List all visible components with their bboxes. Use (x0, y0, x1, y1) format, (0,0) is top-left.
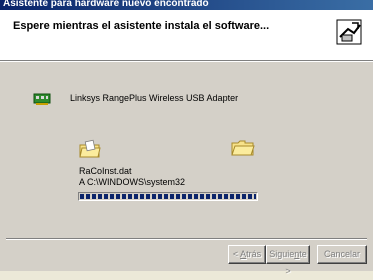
wizard-window: Asistente para hardware nuevo encontrado… (0, 0, 373, 276)
network-adapter-icon (33, 93, 51, 105)
cancel-button[interactable]: Cancelar (317, 245, 367, 264)
progress-bar (78, 192, 258, 201)
next-button[interactable]: Siguiente > (266, 245, 310, 276)
copy-destination: A C:\WINDOWS\system32 (79, 177, 186, 187)
copy-filename: RaCoInst.dat (79, 166, 132, 176)
title-bar[interactable]: Asistente para hardware nuevo encontrado (0, 0, 373, 10)
wizard-header: Espere mientras el asistente instala el … (0, 10, 373, 61)
header-text: Espere mientras el asistente instala el … (13, 20, 270, 32)
destination-folder-icon (231, 140, 255, 156)
progress-fill (80, 194, 256, 199)
back-button[interactable]: < Atrás (228, 245, 266, 264)
source-folder-icon (79, 139, 101, 158)
window-title: Asistente para hardware nuevo encontrado (3, 0, 209, 9)
button-separator (6, 238, 367, 240)
device-name: Linksys RangePlus Wireless USB Adapter (70, 93, 239, 103)
hardware-wizard-icon (336, 19, 362, 45)
